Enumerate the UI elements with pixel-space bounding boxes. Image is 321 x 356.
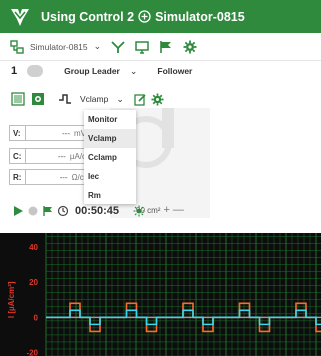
flag-icon[interactable] (42, 205, 54, 217)
gear-icon[interactable] (183, 40, 197, 54)
playback-row: 00:50:45 (0, 202, 321, 220)
toolbar: Simulator-0815 ⌄ (0, 33, 321, 61)
grid-icon[interactable] (11, 92, 25, 106)
gear-icon[interactable] (151, 92, 164, 106)
resistance-field[interactable]: R: --- Ω/cı (9, 169, 89, 185)
sun-icon[interactable] (133, 205, 145, 217)
y-tick-label: 0 (34, 313, 39, 322)
chevron-down-icon[interactable]: ⌄ (116, 94, 124, 105)
current-value: --- (57, 151, 66, 161)
link-icon (138, 10, 151, 23)
menu-item-cclamp[interactable]: Cclamp (84, 148, 136, 167)
chevron-down-icon[interactable]: ⌄ (130, 66, 138, 77)
title-right: Simulator-0815 (155, 9, 245, 24)
voltage-value: --- (62, 128, 70, 138)
simulator-icon[interactable] (10, 39, 24, 54)
cell-icon[interactable] (31, 92, 45, 106)
app-logo-icon (8, 5, 32, 29)
y-axis-label: I [µA/cm²] (7, 281, 16, 318)
follower-label[interactable]: Follower (157, 66, 192, 76)
flag-icon[interactable] (159, 40, 173, 54)
group-toggle[interactable] (27, 65, 44, 77)
mode-dropdown-menu: Monitor Vclamp Cclamp Iec Rm (84, 110, 136, 204)
history-icon[interactable] (57, 205, 69, 217)
menu-item-vclamp[interactable]: Vclamp (84, 129, 136, 148)
mode-row: Vclamp ⌄ (0, 88, 321, 110)
title-left: Using Control 2 (41, 9, 135, 24)
chart-svg: 40 20 0 -20 I [µA/cm²] (7, 233, 321, 356)
current-trace-chart[interactable]: 40 20 0 -20 I [µA/cm²] (0, 233, 321, 356)
current-field[interactable]: C: --- µA/c (9, 148, 89, 164)
group-row: 1 Group Leader ⌄ Follower (0, 61, 321, 81)
group-number: 1 (11, 65, 18, 77)
y-tick-label: 20 (29, 278, 38, 287)
current-label: C: (10, 149, 26, 163)
play-icon[interactable] (12, 205, 24, 217)
group-leader-label[interactable]: Group Leader (64, 66, 120, 76)
y-tick-label: -20 (26, 348, 38, 356)
menu-item-iec[interactable]: Iec (84, 167, 136, 186)
simulator-name[interactable]: Simulator-0815 (30, 42, 88, 52)
elapsed-timer: 00:50:45 (75, 205, 120, 217)
resistance-value: --- (59, 172, 68, 182)
voltage-field[interactable]: V: --- mV (9, 125, 89, 141)
y-tick-label: 40 (29, 243, 38, 252)
mode-select[interactable]: Vclamp (80, 94, 108, 104)
chevron-down-icon[interactable]: ⌄ (94, 41, 102, 52)
resistance-label: R: (10, 170, 26, 184)
antenna-icon[interactable] (111, 40, 125, 54)
menu-item-monitor[interactable]: Monitor (84, 110, 136, 129)
edit-icon[interactable] (134, 93, 147, 106)
record-icon[interactable] (27, 205, 39, 217)
voltage-label: V: (10, 126, 26, 140)
window-title: Using Control 2 Simulator-0815 (41, 10, 245, 24)
pulse-icon[interactable] (58, 92, 72, 106)
monitor-icon[interactable] (135, 40, 149, 54)
title-bar: Using Control 2 Simulator-0815 (0, 0, 321, 33)
